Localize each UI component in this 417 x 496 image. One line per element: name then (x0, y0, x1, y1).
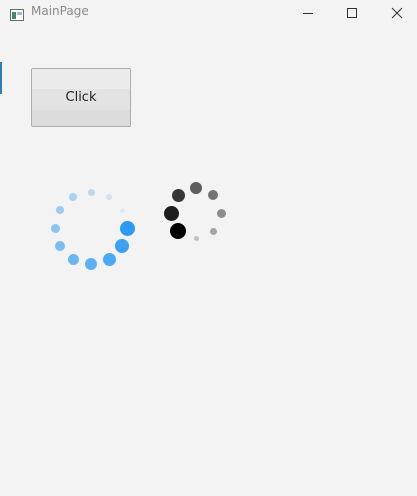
spinner-dot (119, 207, 125, 213)
spinner-dot (50, 223, 60, 233)
dark-loading-spinner (160, 179, 228, 243)
spinner-dot (193, 235, 199, 241)
minimize-icon (302, 12, 313, 14)
spinner-dot (102, 252, 116, 266)
window-title: MainPage (31, 4, 89, 18)
spinner-dot (216, 208, 226, 218)
spinner-dot (85, 258, 97, 270)
spinner-dot (163, 205, 179, 221)
spinner-dot (115, 239, 129, 253)
spinner-dot (69, 193, 77, 201)
title-bar[interactable]: MainPage (0, 0, 417, 25)
click-button[interactable]: Click (31, 68, 131, 127)
spinner-dot (87, 188, 95, 196)
blue-loading-spinner (50, 188, 135, 270)
spinner-dot (56, 206, 64, 214)
spinner-dot (171, 188, 185, 202)
spinner-dot (119, 220, 135, 236)
close-button[interactable] (374, 0, 417, 25)
spinner-dot (67, 253, 79, 265)
maximize-button[interactable] (329, 0, 374, 25)
spinner-dot (208, 190, 218, 200)
close-icon (391, 7, 402, 18)
maximize-icon (346, 7, 357, 18)
minimize-button[interactable] (285, 0, 330, 25)
window-edge-accent (0, 62, 2, 94)
spinner-dot (55, 241, 65, 251)
spinner-dot (106, 194, 112, 200)
spinner-dot (190, 182, 202, 194)
spinner-dot (209, 227, 217, 235)
app-window-icon (10, 6, 24, 21)
spinner-dot (170, 223, 186, 239)
main-window: MainPage Click (0, 0, 417, 496)
